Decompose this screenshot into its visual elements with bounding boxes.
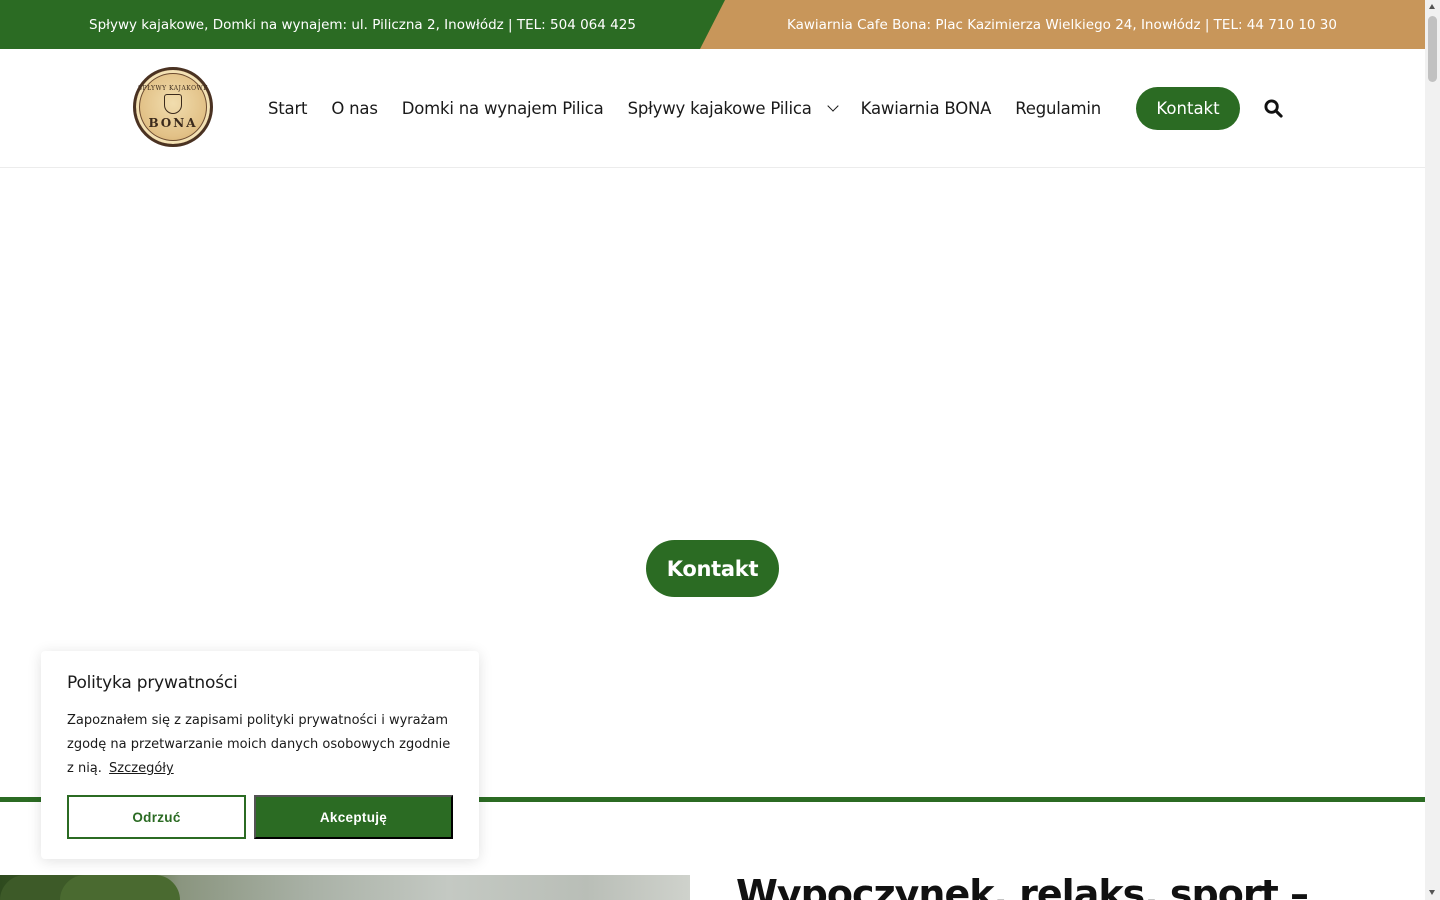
main-navigation: Start O nas Domki na wynajem Pilica Spły… xyxy=(256,86,1113,131)
site-header: SPŁYWY KAJAKOWE BONA Start O nas Domki n… xyxy=(0,49,1425,168)
tree-shape xyxy=(60,875,180,900)
top-info-bar: Spływy kajakowe, Domki na wynajem: ul. P… xyxy=(0,0,1425,49)
cookie-text: Zapoznałem się z zapisami polityki prywa… xyxy=(67,709,453,781)
logo-shield-icon xyxy=(164,93,182,114)
cookie-consent-dialog: Polityka prywatności Zapoznałem się z za… xyxy=(41,651,479,859)
nav-item-domki[interactable]: Domki na wynajem Pilica xyxy=(402,99,604,118)
nav-item-kawiarnia[interactable]: Kawiarnia BONA xyxy=(861,99,992,118)
topbar-cafe-text: Kawiarnia Cafe Bona: Plac Kazimierza Wie… xyxy=(786,16,1337,33)
cookie-reject-button[interactable]: Odrzuć xyxy=(67,795,246,839)
topbar-kayak-info: Spływy kajakowe, Domki na wynajem: ul. P… xyxy=(0,0,725,49)
scroll-down-arrow-icon[interactable] xyxy=(1429,890,1435,895)
landscape-photo xyxy=(0,875,690,900)
site-logo[interactable]: SPŁYWY KAJAKOWE BONA xyxy=(133,67,213,147)
section-heading: Wypoczynek, relaks, sport – xyxy=(736,872,1309,900)
scroll-up-arrow-icon[interactable] xyxy=(1429,4,1435,9)
hero-contact-button[interactable]: Kontakt xyxy=(646,540,779,597)
search-icon[interactable] xyxy=(1264,99,1283,118)
logo-top-text: SPŁYWY KAJAKOWE xyxy=(137,84,209,92)
chevron-down-icon[interactable] xyxy=(827,100,839,112)
nav-item-splywy-label: Spływy kajakowe Pilica xyxy=(627,99,812,118)
page-scrollbar[interactable] xyxy=(1425,0,1440,900)
nav-item-start[interactable]: Start xyxy=(268,99,308,118)
cookie-title: Polityka prywatności xyxy=(67,673,238,693)
nav-item-o-nas[interactable]: O nas xyxy=(331,99,378,118)
nav-contact-button[interactable]: Kontakt xyxy=(1136,87,1240,130)
scroll-thumb[interactable] xyxy=(1428,16,1437,82)
cookie-details-link[interactable]: Szczegóły xyxy=(109,761,174,776)
cookie-accept-button[interactable]: Akceptuję xyxy=(254,795,453,839)
topbar-cafe-info: Kawiarnia Cafe Bona: Plac Kazimierza Wie… xyxy=(700,0,1425,49)
nav-item-splywy[interactable]: Spływy kajakowe Pilica xyxy=(627,99,839,118)
logo-bottom-text: BONA xyxy=(148,115,198,130)
nav-item-regulamin[interactable]: Regulamin xyxy=(1015,99,1101,118)
topbar-kayak-text: Spływy kajakowe, Domki na wynajem: ul. P… xyxy=(89,16,636,33)
